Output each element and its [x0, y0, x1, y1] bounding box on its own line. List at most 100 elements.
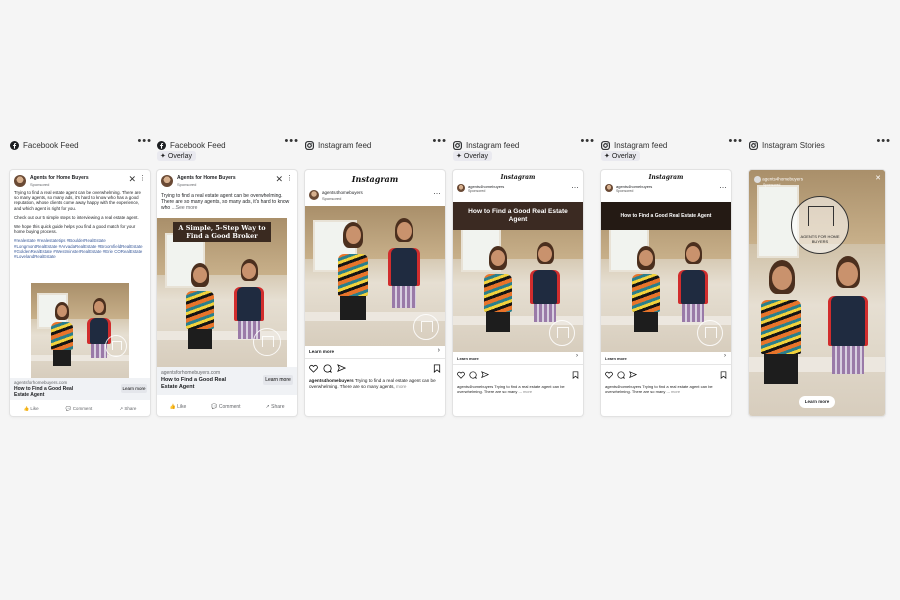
facebook-feed-preview[interactable]: Agents for Home Buyers Sponsored ✕ ⋮ Try…	[10, 170, 150, 416]
chevron-right-icon[interactable]: ›	[576, 353, 578, 359]
bookmark-icon[interactable]	[433, 364, 441, 373]
learn-more-button[interactable]: Learn more	[121, 384, 147, 393]
learn-more-row[interactable]: Learn more ›	[305, 346, 445, 359]
see-more-link[interactable]: ...See more	[172, 205, 198, 211]
hashtags[interactable]: #realestate #realestatetips #BoulderReal…	[14, 238, 146, 259]
post-text-2: Check out our 5 simple steps to intervie…	[14, 214, 139, 220]
more-options-icon[interactable]: …	[433, 187, 441, 196]
more-link[interactable]: more	[396, 384, 406, 389]
share-button[interactable]: ↗ Share	[119, 406, 136, 412]
instagram-feed-preview[interactable]: Instagram agents4homebuyers Sponsored …	[305, 170, 445, 416]
more-options-button[interactable]: •••	[137, 135, 152, 147]
sponsored-label: Sponsored	[322, 196, 342, 201]
logo-seal	[549, 320, 575, 346]
caption-handle[interactable]: agents4homebuyers	[309, 378, 354, 383]
send-icon[interactable]	[481, 371, 489, 379]
comment-button[interactable]: 💬 Comment	[66, 406, 92, 412]
more-options-icon[interactable]: …	[571, 181, 579, 190]
preview-column-instagram-feed-overlay-2: Instagram feed ••• ✦ Overlay Instagram ag…	[601, 135, 743, 416]
account-handle[interactable]: agents4homebuyers	[322, 190, 363, 195]
like-button[interactable]: 👍 Like	[24, 406, 39, 412]
more-link[interactable]: more	[671, 389, 680, 394]
more-options-icon[interactable]: ⋮	[286, 174, 293, 182]
close-icon[interactable]: ✕	[275, 174, 283, 185]
close-icon[interactable]: ✕	[875, 174, 881, 182]
sponsored-label: Sponsored	[177, 182, 197, 187]
person-left	[481, 242, 515, 352]
learn-more-link[interactable]: Learn more	[457, 356, 479, 361]
more-options-button[interactable]: •••	[876, 135, 891, 147]
more-options-button[interactable]: •••	[432, 135, 447, 147]
person-left	[335, 218, 371, 346]
more-link[interactable]: more	[523, 389, 532, 394]
instagram-logo: Instagram	[500, 174, 536, 181]
close-icon[interactable]: ✕	[128, 174, 136, 185]
reaction-bar: 👍 Like 💬 Comment ↗ Share	[10, 406, 150, 412]
learn-more-link[interactable]: Learn more	[605, 356, 627, 361]
instagram-feed-overlay-preview[interactable]: Instagram agents4homebuyers Sponsored … …	[601, 170, 731, 416]
column-label: Facebook Feed	[23, 140, 79, 150]
learn-more-button[interactable]: Learn more	[799, 396, 835, 408]
account-handle[interactable]: agents4homebuyers	[762, 177, 803, 182]
ad-image: How to Find a Good Real Estate Agent	[453, 202, 583, 352]
post-header: agents4homebuyers Sponsored …	[309, 187, 441, 204]
like-button[interactable]: 👍 Like	[169, 404, 186, 410]
link-domain: agentsforhomebuyers.com	[161, 370, 221, 376]
page-name[interactable]: Agents for Home Buyers	[30, 175, 89, 181]
column-label: Instagram feed	[318, 140, 372, 150]
column-header: Instagram Stories •••	[749, 135, 891, 152]
instagram-icon	[453, 140, 462, 150]
heart-icon[interactable]	[309, 364, 318, 373]
link-preview[interactable]: agentsforhomebuyers.com How to Find a Go…	[157, 367, 297, 395]
column-label: Instagram feed	[614, 140, 668, 150]
bookmark-icon[interactable]	[572, 371, 579, 379]
person-left	[183, 259, 217, 367]
facebook-feed-overlay-preview[interactable]: Agents for Home Buyers Sponsored ✕ ⋮ Try…	[157, 170, 297, 416]
comment-icon[interactable]	[617, 371, 625, 379]
send-icon[interactable]	[337, 364, 346, 373]
learn-more-row[interactable]: Learn more ›	[601, 352, 731, 365]
more-options-button[interactable]: •••	[284, 135, 299, 147]
column-label: Facebook Feed	[170, 140, 226, 150]
sponsored-label: Sponsored	[468, 189, 486, 193]
column-header: Instagram feed •••	[305, 135, 447, 152]
learn-more-button[interactable]: Learn more	[263, 375, 293, 385]
instagram-feed-overlay-preview[interactable]: Instagram agents4homebuyers Sponsored … …	[453, 170, 583, 416]
post-text: Trying to find a real estate agent can b…	[14, 190, 141, 211]
preview-column-facebook-feed-overlay: Facebook Feed ••• ✦ Overlay Agents for Ho…	[157, 135, 299, 416]
link-preview[interactable]: agentsforhomebuyers.com How to Find a Go…	[10, 378, 150, 400]
bookmark-icon[interactable]	[720, 371, 727, 379]
more-options-icon[interactable]: ⋮	[139, 174, 146, 182]
reaction-bar: 👍 Like 💬 Comment ↗ Share	[157, 404, 297, 410]
sparkle-icon: ✦	[456, 153, 462, 160]
chevron-right-icon[interactable]: ›	[438, 347, 440, 354]
heart-icon[interactable]	[457, 371, 465, 379]
instagram-icon	[601, 140, 610, 150]
avatar	[457, 184, 465, 192]
instagram-stories-preview[interactable]: AGENTS FOR HOME BUYERS agents4homebuyers…	[749, 170, 885, 416]
ad-image: A Simple, 5-Step Way to Find a Good Brok…	[157, 218, 287, 367]
ad-image	[31, 283, 129, 378]
more-options-icon[interactable]: …	[719, 181, 727, 190]
person-right	[87, 296, 111, 378]
share-button[interactable]: ↗ Share	[266, 404, 285, 410]
instagram-logo: Instagram	[648, 174, 684, 181]
chevron-right-icon[interactable]: ›	[724, 353, 726, 359]
learn-more-link[interactable]: Learn more	[309, 349, 334, 354]
comment-icon[interactable]	[323, 364, 332, 373]
avatar	[161, 175, 173, 187]
comment-button[interactable]: 💬 Comment	[211, 404, 240, 410]
column-label: Instagram Stories	[762, 140, 825, 150]
more-options-button[interactable]: •••	[728, 135, 743, 147]
heart-icon[interactable]	[605, 371, 613, 379]
page-name[interactable]: Agents for Home Buyers	[177, 175, 236, 181]
comment-icon[interactable]	[469, 371, 477, 379]
learn-more-row[interactable]: Learn more ›	[453, 352, 583, 365]
person-left	[629, 242, 663, 352]
post-body: Trying to find a real estate agent can b…	[14, 190, 146, 259]
facebook-icon	[10, 140, 19, 150]
story-image: AGENTS FOR HOME BUYERS	[749, 170, 885, 416]
sparkle-icon: ✦	[604, 153, 610, 160]
send-icon[interactable]	[629, 371, 637, 379]
more-options-button[interactable]: •••	[580, 135, 595, 147]
